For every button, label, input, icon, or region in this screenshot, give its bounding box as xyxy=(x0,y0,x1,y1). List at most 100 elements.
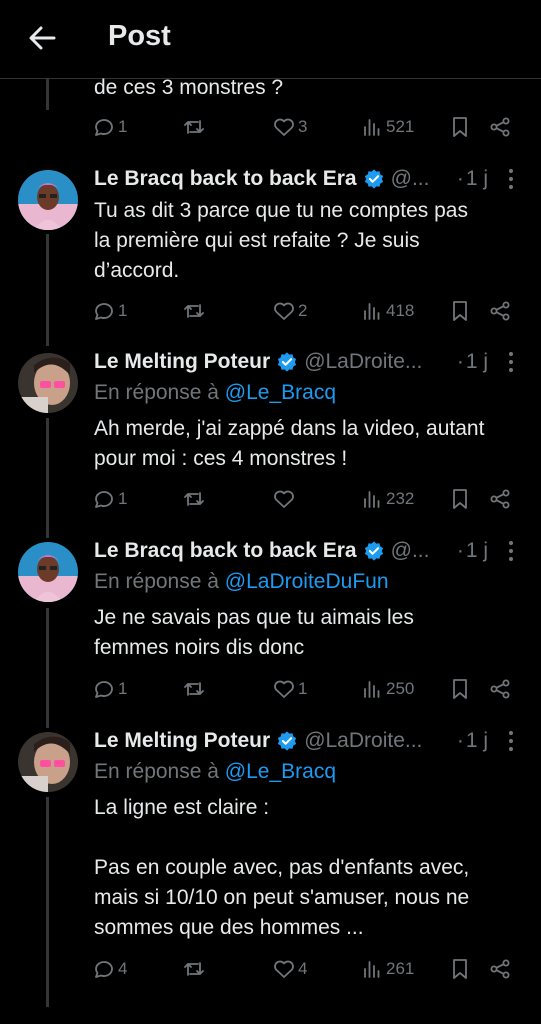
views-button[interactable]: 250 xyxy=(360,674,414,704)
retweet-button[interactable] xyxy=(182,112,208,142)
like-button[interactable]: 3 xyxy=(272,112,307,142)
reply-count: 4 xyxy=(118,959,128,978)
reply-button[interactable]: 1 xyxy=(92,112,127,142)
share-button[interactable] xyxy=(488,296,512,326)
separator-dot: · xyxy=(456,539,464,562)
reply-icon xyxy=(95,961,113,978)
thread-line xyxy=(46,797,49,1007)
handle[interactable]: @... xyxy=(391,167,447,191)
display-name[interactable]: Le Bracq back to back Era xyxy=(94,539,357,563)
retweet-icon xyxy=(184,304,204,318)
separator-dot: · xyxy=(456,729,464,752)
retweet-icon xyxy=(184,492,204,506)
thread-line xyxy=(46,608,49,728)
avatar[interactable] xyxy=(18,170,78,230)
views-button[interactable]: 261 xyxy=(360,954,414,984)
page-title: Post xyxy=(108,20,171,52)
handle[interactable]: @LaDroite... xyxy=(304,729,447,753)
bookmark-button[interactable] xyxy=(448,674,472,704)
share-button[interactable] xyxy=(488,674,512,704)
reply-button[interactable]: 1 xyxy=(92,674,127,704)
more-options-icon[interactable] xyxy=(497,538,525,564)
bookmark-icon xyxy=(453,959,467,979)
timestamp[interactable]: 1 j xyxy=(466,350,488,374)
verified-badge-icon xyxy=(364,541,383,561)
post-actions: 1 1 250 xyxy=(92,674,522,704)
retweet-icon xyxy=(184,962,204,976)
more-options-icon[interactable] xyxy=(497,349,525,375)
display-name[interactable]: Le Bracq back to back Era xyxy=(94,167,357,191)
views-button[interactable]: 521 xyxy=(360,112,414,142)
reply-count: 1 xyxy=(118,301,128,320)
post-text: Ah merde, j'ai zappé dans la video, auta… xyxy=(94,417,485,470)
share-icon xyxy=(490,301,510,321)
display-name[interactable]: Le Melting Poteur xyxy=(94,729,270,753)
reply-count: 1 xyxy=(118,489,128,508)
view-count: 261 xyxy=(386,959,415,978)
views-icon xyxy=(364,303,380,320)
retweet-button[interactable] xyxy=(182,954,208,984)
view-count: 250 xyxy=(386,679,415,698)
post-header: Le Melting Poteur @LaDroite... · 1 j xyxy=(94,347,524,377)
views-button[interactable]: 418 xyxy=(360,296,414,326)
avatar[interactable] xyxy=(18,542,78,602)
retweet-button[interactable] xyxy=(182,296,208,326)
bookmark-button[interactable] xyxy=(448,112,472,142)
handle[interactable]: @... xyxy=(391,539,447,563)
bookmark-button[interactable] xyxy=(448,484,472,514)
verified-badge-icon xyxy=(278,352,297,372)
timestamp[interactable]: 1 j xyxy=(466,539,488,563)
handle[interactable]: @LaDroite... xyxy=(304,350,447,374)
post-actions: 1 2 418 xyxy=(92,296,522,326)
retweet-button[interactable] xyxy=(182,674,208,704)
verified-badge-icon xyxy=(278,731,297,751)
reply-count: 1 xyxy=(118,679,128,698)
more-options-icon[interactable] xyxy=(497,166,525,192)
share-button[interactable] xyxy=(488,954,512,984)
reply-button[interactable]: 1 xyxy=(92,484,127,514)
post-header: Le Melting Poteur @LaDroite... · 1 j xyxy=(94,726,524,756)
thread-line xyxy=(46,418,49,538)
like-button[interactable] xyxy=(272,484,298,514)
back-arrow-icon[interactable] xyxy=(26,22,58,54)
retweet-button[interactable] xyxy=(182,484,208,514)
avatar[interactable] xyxy=(18,353,78,413)
timestamp[interactable]: 1 j xyxy=(466,167,488,191)
view-count: 232 xyxy=(386,489,415,508)
share-button[interactable] xyxy=(488,112,512,142)
share-button[interactable] xyxy=(488,484,512,514)
like-button[interactable]: 1 xyxy=(272,674,307,704)
avatar[interactable] xyxy=(18,732,78,792)
views-icon xyxy=(364,491,380,508)
like-count: 4 xyxy=(298,959,308,978)
heart-icon xyxy=(274,960,294,978)
reply-mention-link[interactable]: @Le_Bracq xyxy=(225,381,336,404)
reply-button[interactable]: 4 xyxy=(92,954,127,984)
reply-mention-link[interactable]: @Le_Bracq xyxy=(225,760,336,783)
timestamp[interactable]: 1 j xyxy=(466,729,488,753)
retweet-icon xyxy=(184,682,204,696)
bookmark-button[interactable] xyxy=(448,296,472,326)
reply-button[interactable]: 1 xyxy=(92,296,127,326)
bookmark-button[interactable] xyxy=(448,954,472,984)
like-button[interactable]: 2 xyxy=(272,296,307,326)
views-icon xyxy=(364,961,380,978)
views-icon xyxy=(364,681,380,698)
heart-icon xyxy=(274,118,294,136)
like-button[interactable]: 4 xyxy=(272,954,307,984)
reply-label: En réponse à xyxy=(94,381,219,404)
bookmark-icon xyxy=(453,301,467,321)
views-button[interactable]: 232 xyxy=(360,484,414,514)
reply-count: 1 xyxy=(118,117,128,136)
display-name[interactable]: Le Melting Poteur xyxy=(94,350,270,374)
reply-mention-link[interactable]: @LaDroiteDuFun xyxy=(225,570,389,593)
more-options-icon[interactable] xyxy=(497,728,525,754)
views-icon xyxy=(364,119,380,136)
post-header: Le Bracq back to back Era @... · 1 j xyxy=(94,164,524,194)
view-count: 521 xyxy=(386,117,415,136)
like-count: 1 xyxy=(298,679,308,698)
bookmark-icon xyxy=(453,489,467,509)
reply-label: En réponse à xyxy=(94,760,219,783)
thread-line xyxy=(46,234,49,346)
post-actions: 1 3 521 xyxy=(92,112,522,142)
